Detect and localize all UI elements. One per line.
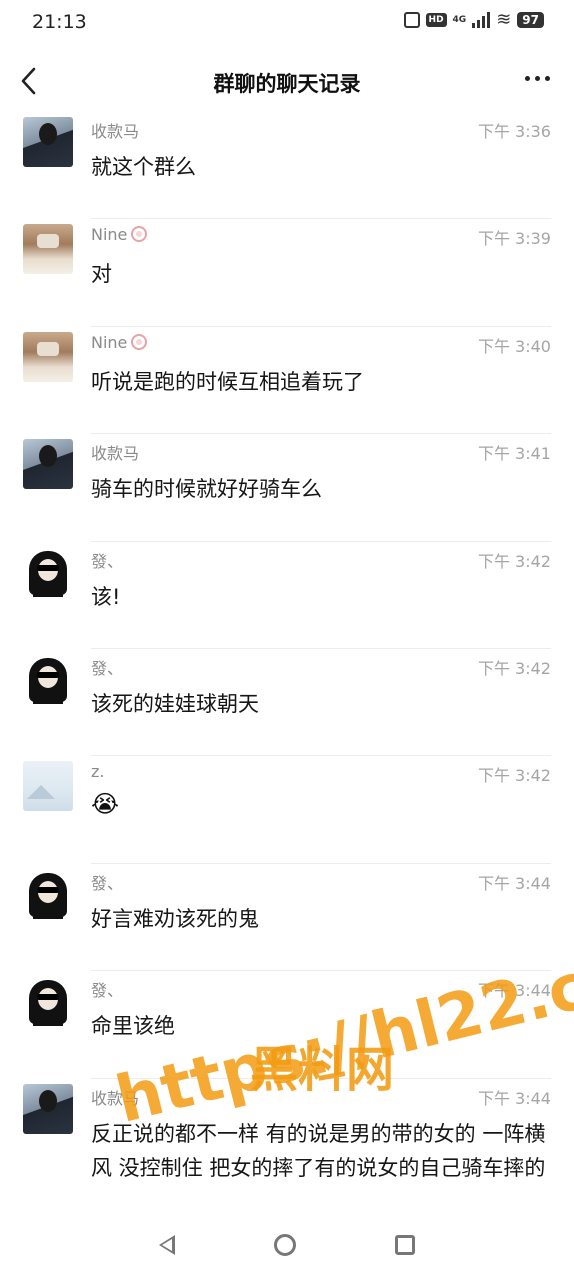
avatar[interactable] — [23, 117, 73, 167]
status-time: 21:13 — [32, 11, 87, 33]
more-icon[interactable] — [525, 76, 550, 81]
avatar[interactable] — [23, 868, 73, 919]
message-text: 对 — [91, 262, 112, 287]
battery-icon: 97 — [517, 12, 544, 28]
sender-name: 收款马 — [91, 122, 140, 141]
message-time: 下午 3:42 — [477, 658, 551, 678]
wifi-icon: ≋ — [496, 9, 512, 30]
message-text: 反正说的都不一样 有的说是男的带的女的 一阵横风 没控制住 把女的摔了有的说女的… — [91, 1121, 546, 1180]
message-item: 發、 下午 3:44 命里该绝 — [0, 971, 574, 1079]
message-text: 该死的娃娃球朝天 — [91, 691, 259, 716]
hd-icon: HD — [425, 13, 447, 27]
avatar[interactable] — [23, 1083, 73, 1134]
avatar[interactable] — [23, 331, 73, 382]
flower-icon — [131, 333, 148, 350]
signal-icon — [472, 12, 491, 28]
message-time: 下午 3:40 — [477, 336, 551, 356]
sender-name: Nine — [91, 225, 148, 244]
avatar[interactable] — [23, 439, 73, 490]
avatar[interactable] — [23, 761, 73, 812]
message-item: Nine 下午 3:39 对 — [0, 219, 574, 327]
message-item: 發、 下午 3:44 好言难劝该死的鬼 — [0, 864, 574, 972]
avatar[interactable] — [23, 976, 73, 1027]
message-time: 下午 3:42 — [477, 551, 551, 571]
message-time: 下午 3:44 — [477, 1088, 551, 1108]
avatar[interactable] — [23, 546, 73, 597]
crying-emoji-icon: 😭 — [91, 790, 120, 819]
message-item: Nine 下午 3:40 听说是跑的时候互相追着玩了 — [0, 327, 574, 435]
sender-name: 收款马 — [91, 1088, 140, 1108]
status-bar: 21:13 HD 4G ≋ 97 — [0, 0, 574, 44]
network-type: 4G — [452, 15, 467, 25]
header: 群聊的聊天记录 — [0, 50, 574, 112]
recents-square-icon[interactable] — [394, 1235, 415, 1255]
vibrate-icon — [403, 12, 420, 28]
sender-name: 發、 — [91, 873, 124, 893]
message-text: 好言难劝该死的鬼 — [91, 906, 259, 931]
sender-name: 收款马 — [91, 444, 140, 464]
message-time: 下午 3:42 — [477, 766, 551, 786]
message-time: 下午 3:41 — [477, 444, 551, 464]
sender-name: 發、 — [91, 551, 124, 571]
message-time: 下午 3:44 — [477, 873, 551, 893]
message-text: 该! — [91, 584, 121, 609]
message-text: 听说是跑的时候互相追着玩了 — [91, 369, 364, 394]
message-item: 收款马 下午 3:36 就这个群么 — [0, 112, 574, 220]
avatar[interactable] — [23, 224, 73, 275]
message-item: 發、 下午 3:42 该死的娃娃球朝天 — [0, 649, 574, 757]
message-text: 就这个群么 — [91, 155, 196, 179]
sender-name: Nine — [91, 333, 148, 352]
sender-name: 發、 — [91, 658, 124, 678]
sender-name: z. — [91, 762, 105, 782]
message-item: z. 下午 3:42 😭 — [0, 756, 574, 864]
avatar[interactable] — [23, 653, 73, 704]
message-list[interactable]: 收款马 下午 3:36 就这个群么 Nine 下午 3:39 对 Nine 下午… — [0, 112, 574, 1210]
flower-icon — [131, 226, 148, 243]
home-circle-icon[interactable] — [273, 1234, 296, 1256]
message-item: 收款马 下午 3:41 骑车的时候就好好骑车么 — [0, 434, 574, 542]
back-triangle-icon[interactable] — [159, 1235, 176, 1255]
page-title: 群聊的聊天记录 — [213, 72, 361, 96]
status-icons: HD 4G ≋ 97 — [403, 9, 544, 30]
message-time: 下午 3:39 — [477, 229, 551, 249]
sender-name: 發、 — [91, 981, 124, 1001]
message-time: 下午 3:36 — [477, 122, 551, 141]
message-text: 骑车的时候就好好骑车么 — [91, 477, 322, 502]
message-time: 下午 3:44 — [477, 981, 551, 1001]
message-item: 收款马 下午 3:44 反正说的都不一样 有的说是男的带的女的 一阵横风 没控制… — [0, 1079, 574, 1210]
message-item: 發、 下午 3:42 该! — [0, 542, 574, 649]
system-navigation-bar — [0, 1210, 574, 1280]
message-text: 命里该绝 — [91, 1014, 175, 1039]
